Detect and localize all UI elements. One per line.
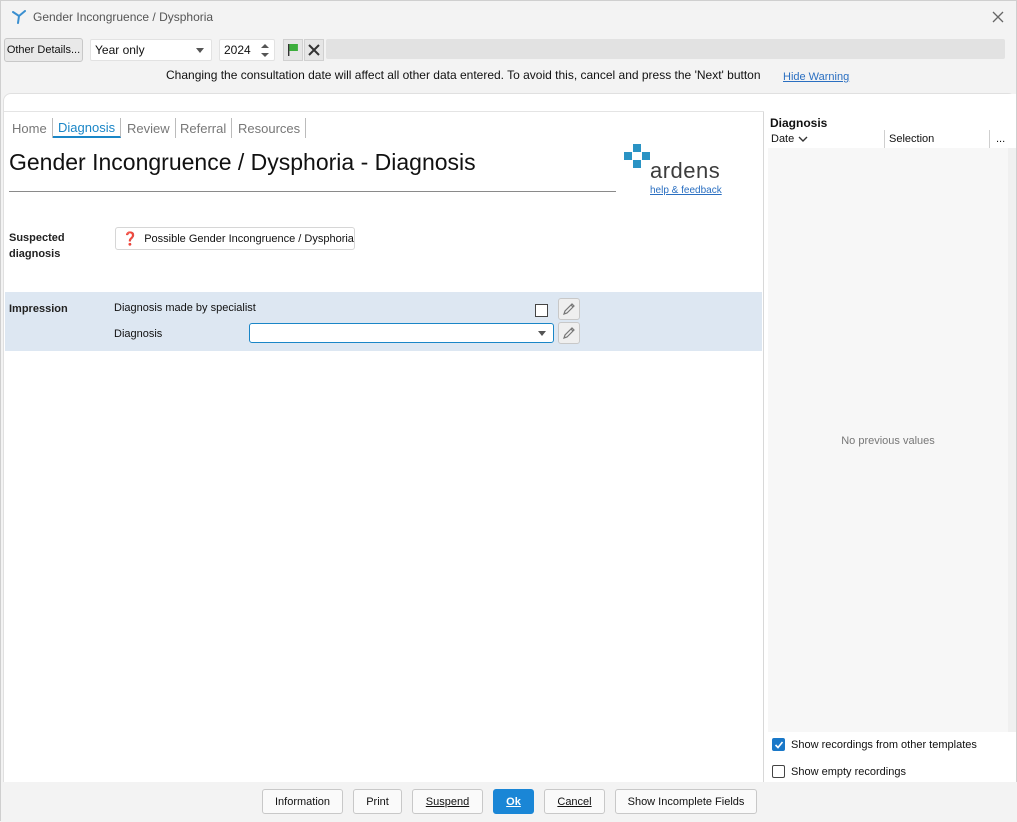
year-stepper[interactable]: 2024 — [219, 39, 275, 61]
consultation-text-field[interactable] — [326, 39, 1005, 59]
history-list: No previous values — [768, 148, 1008, 732]
pencil-icon[interactable] — [558, 298, 580, 320]
date-precision-value: Year only — [95, 43, 145, 57]
other-details-button[interactable]: Other Details... — [4, 38, 83, 62]
flag-button[interactable] — [283, 39, 303, 61]
spin-arrows-icon[interactable] — [260, 43, 270, 59]
suspected-diagnosis-label: Suspected diagnosis — [9, 232, 65, 260]
column-date[interactable]: Date — [771, 133, 808, 145]
date-precision-select[interactable]: Year only — [90, 39, 212, 61]
diagnosis-dropdown[interactable] — [249, 323, 554, 343]
close-icon[interactable] — [988, 7, 1008, 27]
information-button[interactable]: Information — [262, 789, 343, 814]
question-mark-icon: ❓ — [122, 230, 139, 246]
show-empty-label: Show empty recordings — [791, 765, 906, 778]
show-empty-option[interactable]: Show empty recordings — [772, 765, 906, 778]
show-incomplete-fields-button[interactable]: Show Incomplete Fields — [615, 789, 757, 814]
ok-button[interactable]: Ok — [493, 789, 534, 814]
diagnosis-label: Diagnosis — [114, 328, 163, 340]
tab-home[interactable]: Home — [7, 118, 53, 138]
tab-diagnosis[interactable]: Diagnosis — [53, 118, 122, 138]
show-other-templates-label: Show recordings from other templates — [791, 738, 977, 751]
page-title: Gender Incongruence / Dysphoria - Diagno… — [9, 149, 476, 175]
title-divider — [9, 191, 616, 192]
impression-section: Impression Diagnosis made by specialist … — [5, 292, 762, 351]
tab-referral[interactable]: Referral — [175, 118, 233, 138]
title-bar: Gender Incongruence / Dysphoria — [1, 1, 1016, 33]
checkbox-checked-icon[interactable] — [772, 738, 785, 751]
tab-bar: Home Diagnosis Review Referral Resources — [4, 111, 764, 141]
flag-icon — [288, 44, 298, 56]
chevron-down-icon — [798, 136, 808, 142]
suspend-button[interactable]: Suspend — [412, 789, 483, 814]
window-title: Gender Incongruence / Dysphoria — [33, 10, 214, 24]
column-more[interactable]: ... — [989, 130, 1005, 148]
clear-date-button[interactable] — [304, 39, 324, 61]
year-value: 2024 — [224, 43, 251, 57]
show-other-templates-option[interactable]: Show recordings from other templates — [772, 738, 977, 751]
history-title: Diagnosis — [770, 116, 828, 130]
history-header: Date Selection ... — [768, 130, 1008, 148]
checkbox-icon[interactable] — [772, 765, 785, 778]
date-warning: Changing the consultation date will affe… — [1, 68, 1016, 84]
warning-text: Changing the consultation date will affe… — [166, 68, 761, 82]
tab-review[interactable]: Review — [122, 118, 176, 138]
history-scrollbar[interactable] — [1008, 148, 1016, 732]
history-pane: Diagnosis Date Selection ... No previous… — [764, 94, 1016, 783]
print-button[interactable]: Print — [353, 789, 402, 814]
form-pane: Home Diagnosis Review Referral Resources… — [4, 111, 764, 783]
help-feedback-link[interactable]: help & feedback — [650, 185, 722, 196]
pencil-icon[interactable] — [558, 322, 580, 344]
app-logo-icon — [11, 9, 27, 25]
empty-state-text: No previous values — [841, 435, 935, 447]
tab-resources[interactable]: Resources — [233, 118, 307, 138]
suspected-diagnosis-button[interactable]: ❓ Possible Gender Incongruence / Dysphor… — [115, 227, 355, 250]
specialist-label: Diagnosis made by specialist — [114, 302, 256, 314]
chevron-down-icon — [538, 331, 546, 336]
cancel-button[interactable]: Cancel — [544, 789, 605, 814]
app-window: Gender Incongruence / Dysphoria Other De… — [0, 0, 1017, 822]
logo-wordmark: ardens — [650, 158, 721, 183]
template-panel: Home Diagnosis Review Referral Resources… — [3, 93, 1016, 783]
specialist-checkbox[interactable] — [535, 304, 548, 317]
chevron-down-icon — [196, 48, 204, 53]
cross-icon — [308, 44, 320, 56]
footer-bar: Information Print Suspend Ok Cancel Show… — [1, 782, 1017, 822]
hide-warning-link[interactable]: Hide Warning — [783, 71, 849, 83]
date-toolbar: Other Details... Year only 2024 — [1, 38, 1016, 62]
impression-label: Impression — [9, 303, 68, 315]
suspected-diagnosis-value: Possible Gender Incongruence / Dysphoria — [144, 232, 354, 245]
column-selection[interactable]: Selection — [884, 130, 934, 148]
